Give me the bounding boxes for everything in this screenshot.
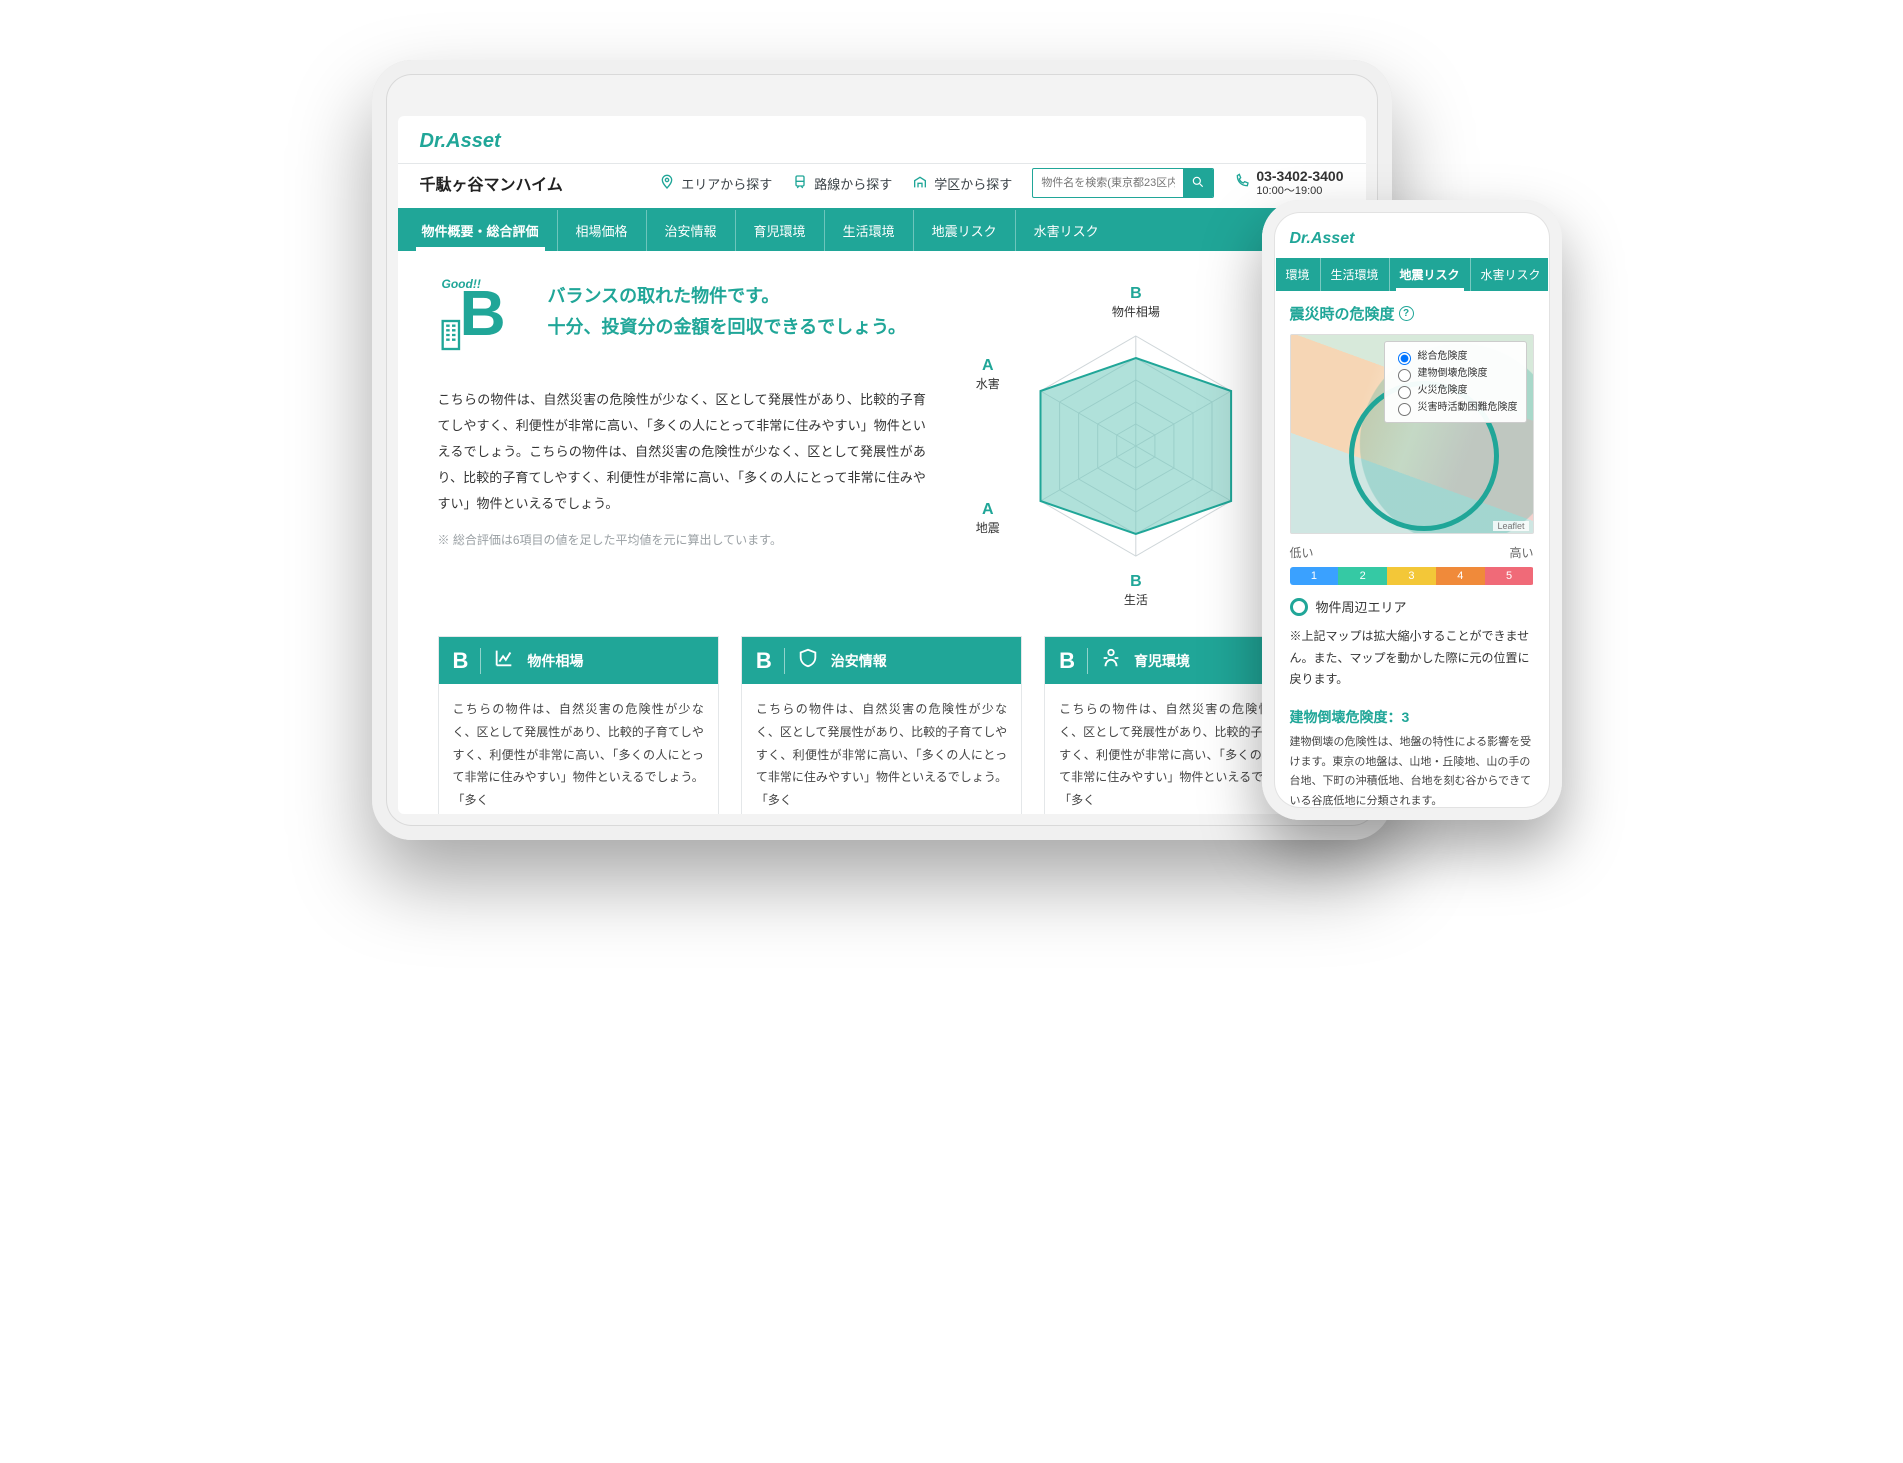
tab-3[interactable]: 育児環境 xyxy=(736,210,825,251)
radar-axis-0: B物件相場 xyxy=(1106,284,1166,320)
card-grade: B xyxy=(756,648,785,674)
risk-body: 建物倒壊の危険性は、地盤の特性による影響を受けます。東京の地盤は、山地・丘陵地、… xyxy=(1290,733,1534,806)
card-title: 育児環境 xyxy=(1134,651,1190,671)
tab-5[interactable]: 地震リスク xyxy=(914,210,1016,251)
card-grade: B xyxy=(453,648,482,674)
phone-hours: 10:00〜19:00 xyxy=(1256,185,1343,198)
area-legend: 物件周辺エリア xyxy=(1290,597,1534,616)
map-attribution: Leaflet xyxy=(1493,521,1528,531)
school-icon xyxy=(912,174,928,193)
phone-tab-bar: 環境生活環境地震リスク水害リスク xyxy=(1276,258,1548,291)
pin-icon xyxy=(659,174,675,193)
phone-number: 03-3402-3400 xyxy=(1256,168,1343,185)
laptop-screen: Dr.Asset 千駄ヶ谷マンハイム エリアから探す 路線から探す xyxy=(398,116,1366,814)
property-name: 千駄ヶ谷マンハイム xyxy=(420,171,563,195)
tab-0[interactable]: 物件概要・総合評価 xyxy=(404,210,558,251)
card-body: こちらの物件は、自然災害の危険性が少なく、区として発展性があり、比較的子育てしや… xyxy=(439,684,718,814)
child-icon xyxy=(1100,647,1122,674)
contact-phone: 03-3402-3400 10:00〜19:00 xyxy=(1234,168,1343,198)
phone-screen: Dr.Asset 環境生活環境地震リスク水害リスク 震災時の危険度 ? 総合危険… xyxy=(1276,214,1548,806)
area-legend-label: 物件周辺エリア xyxy=(1316,597,1407,616)
train-icon xyxy=(792,174,808,193)
search-by-school-link[interactable]: 学区から探す xyxy=(912,174,1012,193)
card-head: B 物件相場 xyxy=(439,637,718,684)
info-card-1: B 治安情報こちらの物件は、自然災害の危険性が少なく、区として発展性があり、比較的… xyxy=(741,636,1022,814)
link-label: 路線から探す xyxy=(814,174,892,193)
good-label: Good!! xyxy=(442,277,481,291)
phone-tab-3[interactable]: 水害リスク xyxy=(1471,258,1548,291)
map-option-0[interactable]: 総合危険度 xyxy=(1393,348,1518,365)
grade-badge: Good!! B xyxy=(438,281,528,361)
scale-labels: 低い 高い xyxy=(1290,544,1534,561)
search-button[interactable] xyxy=(1183,169,1213,197)
phone-heading: 震災時の危険度 ? xyxy=(1290,303,1534,324)
phone-icon xyxy=(1234,173,1250,193)
grade-headline: バランスの取れた物件です。 十分、投資分の金額を回収できるでしょう。 xyxy=(548,281,907,342)
scale-step-1: 1 xyxy=(1290,567,1339,585)
scale-step-4: 4 xyxy=(1436,567,1485,585)
danger-scale: 12345 xyxy=(1290,567,1534,585)
summary-footnote: ※ 総合評価は6項目の値を足した平均値を元に算出しています。 xyxy=(438,531,926,548)
phone-frame: Dr.Asset 環境生活環境地震リスク水害リスク 震災時の危険度 ? 総合危険… xyxy=(1262,200,1562,820)
scale-low: 低い xyxy=(1290,544,1314,561)
summary-section: Good!! B バランスの取れた物件です。 十分、投資分の金額を回収できるでし… xyxy=(398,251,1366,636)
chart-icon xyxy=(493,647,515,674)
top-bar: 千駄ヶ谷マンハイム エリアから探す 路線から探す xyxy=(398,163,1366,210)
scale-high: 高い xyxy=(1509,544,1533,561)
circle-icon xyxy=(1290,598,1308,616)
card-title: 治安情報 xyxy=(831,651,887,671)
card-grade: B xyxy=(1059,648,1088,674)
cards-row: B 物件相場こちらの物件は、自然災害の危険性が少なく、区として発展性があり、比較的… xyxy=(398,636,1366,814)
map-option-2[interactable]: 火災危険度 xyxy=(1393,382,1518,399)
radar-axis-4: A地震 xyxy=(958,500,1018,536)
search-icon xyxy=(1191,175,1205,192)
card-title: 物件相場 xyxy=(527,651,583,671)
phone-tab-2[interactable]: 地震リスク xyxy=(1390,258,1471,291)
hazard-map[interactable]: 総合危険度 建物倒壊危険度 火災危険度 災害時活動困難危険度 Leaflet xyxy=(1290,334,1534,534)
map-option-1[interactable]: 建物倒壊危険度 xyxy=(1393,365,1518,382)
scale-step-3: 3 xyxy=(1387,567,1436,585)
link-label: エリアから探す xyxy=(681,174,772,193)
shield-icon xyxy=(797,647,819,674)
help-icon[interactable]: ? xyxy=(1399,306,1414,321)
radar-axis-3: B生活 xyxy=(1106,572,1166,608)
summary-description: こちらの物件は、自然災害の危険性が少なく、区として発展性があり、比較的子育てしや… xyxy=(438,387,926,517)
link-label: 学区から探す xyxy=(934,174,1012,193)
brand-logo: Dr.Asset xyxy=(398,116,1366,163)
phone-tab-0[interactable]: 環境 xyxy=(1276,258,1321,291)
search-by-line-link[interactable]: 路線から探す xyxy=(792,174,892,193)
radar-axis-5: A水害 xyxy=(958,356,1018,392)
search-by-area-link[interactable]: エリアから探す xyxy=(659,174,772,193)
risk-subheading: 建物倒壊危険度：3 xyxy=(1290,707,1534,727)
card-body: こちらの物件は、自然災害の危険性が少なく、区として発展性があり、比較的子育てしや… xyxy=(742,684,1021,814)
laptop-frame: Dr.Asset 千駄ヶ谷マンハイム エリアから探す 路線から探す xyxy=(372,60,1392,840)
phone-tab-1[interactable]: 生活環境 xyxy=(1321,258,1390,291)
map-layer-control: 総合危険度 建物倒壊危険度 火災危険度 災害時活動困難危険度 xyxy=(1384,341,1527,423)
scale-step-5: 5 xyxy=(1485,567,1534,585)
search-input[interactable] xyxy=(1033,171,1183,195)
phone-heading-text: 震災時の危険度 xyxy=(1290,303,1395,324)
tab-bar: 物件概要・総合評価相場価格治安情報育児環境生活環境地震リスク水害リスク xyxy=(398,210,1366,251)
building-icon xyxy=(438,318,466,357)
card-head: B 治安情報 xyxy=(742,637,1021,684)
scale-step-2: 2 xyxy=(1338,567,1387,585)
tab-1[interactable]: 相場価格 xyxy=(558,210,647,251)
search-box xyxy=(1032,168,1214,198)
info-card-0: B 物件相場こちらの物件は、自然災害の危険性が少なく、区として発展性があり、比較的… xyxy=(438,636,719,814)
map-option-3[interactable]: 災害時活動困難危険度 xyxy=(1393,399,1518,416)
map-note: ※上記マップは拡大縮小することができません。また、マップを動かした際に元の位置に… xyxy=(1290,626,1534,691)
tab-4[interactable]: 生活環境 xyxy=(825,210,914,251)
tab-2[interactable]: 治安情報 xyxy=(647,210,736,251)
tab-6[interactable]: 水害リスク xyxy=(1016,210,1117,251)
phone-brand-logo: Dr.Asset xyxy=(1276,214,1548,258)
